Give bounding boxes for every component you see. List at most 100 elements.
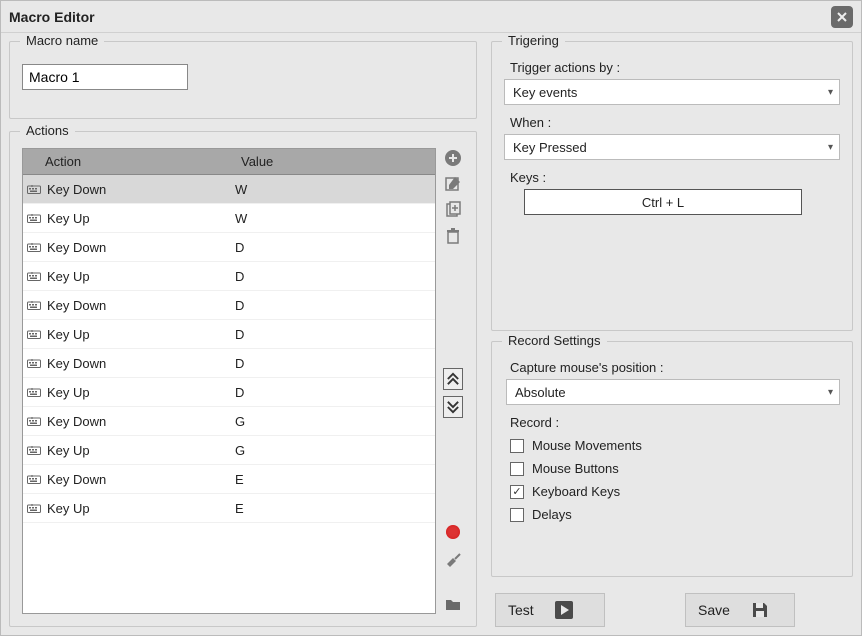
cell-value: D: [235, 356, 435, 371]
record-option[interactable]: Mouse Movements: [510, 438, 840, 453]
table-row[interactable]: Key UpD: [23, 378, 435, 407]
keyboard-icon: [27, 358, 41, 368]
cell-value: D: [235, 327, 435, 342]
keyboard-icon: [27, 416, 41, 426]
table-row[interactable]: Key DownD: [23, 291, 435, 320]
cell-action: Key Down: [45, 472, 235, 487]
cell-value: D: [235, 240, 435, 255]
table-row[interactable]: Key UpD: [23, 320, 435, 349]
play-icon: [554, 600, 574, 620]
table-row[interactable]: Key DownD: [23, 233, 435, 262]
cell-value: D: [235, 385, 435, 400]
keyboard-icon: [27, 387, 41, 397]
cell-value: D: [235, 269, 435, 284]
triggering-group: Trigering Trigger actions by : Key event…: [491, 41, 853, 331]
record-option-label: Keyboard Keys: [532, 484, 620, 499]
record-settings-group: Record Settings Capture mouse's position…: [491, 341, 853, 577]
when-select[interactable]: Key Pressed ▾: [504, 134, 840, 160]
footer-buttons: Test Save: [491, 593, 853, 627]
chevron-down-icon: ▾: [828, 87, 833, 98]
keys-button[interactable]: Ctrl + L: [524, 189, 802, 215]
body: Macro name Actions Action Value Key Down…: [1, 33, 861, 635]
checkbox-icon: [510, 462, 524, 476]
record-label: Record :: [506, 415, 840, 430]
table-row[interactable]: Key DownG: [23, 407, 435, 436]
table-row[interactable]: Key UpG: [23, 436, 435, 465]
cell-value: G: [235, 414, 435, 429]
keyboard-icon: [27, 503, 41, 513]
cell-value: D: [235, 298, 435, 313]
right-column: Trigering Trigger actions by : Key event…: [491, 41, 853, 627]
actions-body: Key DownWKey UpWKey DownDKey UpDKey Down…: [23, 175, 435, 613]
triggering-group-title: Trigering: [502, 33, 565, 48]
table-row[interactable]: Key DownW: [23, 175, 435, 204]
cell-action: Key Up: [45, 443, 235, 458]
keyboard-icon: [27, 271, 41, 281]
capture-position-label: Capture mouse's position :: [506, 360, 840, 375]
cell-action: Key Up: [45, 269, 235, 284]
keyboard-icon: [27, 329, 41, 339]
duplicate-action-button[interactable]: [443, 200, 463, 220]
record-option-label: Mouse Movements: [532, 438, 642, 453]
table-row[interactable]: Key DownE: [23, 465, 435, 494]
actions-header: Action Value: [23, 149, 435, 175]
cell-action: Key Down: [45, 240, 235, 255]
record-option[interactable]: Mouse Buttons: [510, 461, 840, 476]
column-header-action: Action: [23, 150, 233, 173]
plus-circle-icon: [444, 149, 462, 167]
macro-name-group: Macro name: [9, 41, 477, 119]
table-row[interactable]: Key UpW: [23, 204, 435, 233]
save-button-label: Save: [698, 602, 730, 618]
add-action-button[interactable]: [443, 148, 463, 168]
when-label: When :: [504, 115, 840, 130]
record-button[interactable]: [443, 522, 463, 542]
capture-position-value: Absolute: [515, 385, 566, 400]
macro-name-input[interactable]: [22, 64, 188, 90]
cell-value: E: [235, 472, 435, 487]
record-icon: [446, 525, 460, 539]
keyboard-icon: [27, 213, 41, 223]
when-value: Key Pressed: [513, 140, 587, 155]
cell-action: Key Down: [45, 356, 235, 371]
move-down-button[interactable]: [443, 396, 463, 418]
save-button[interactable]: Save: [685, 593, 795, 627]
record-option-label: Delays: [532, 507, 572, 522]
macro-name-group-title: Macro name: [20, 33, 104, 48]
keyboard-icon: [27, 184, 41, 194]
trigger-by-select[interactable]: Key events ▾: [504, 79, 840, 105]
cell-action: Key Up: [45, 327, 235, 342]
delete-action-button[interactable]: [443, 226, 463, 246]
move-up-button[interactable]: [443, 368, 463, 390]
table-row[interactable]: Key UpD: [23, 262, 435, 291]
double-chevron-down-icon: [444, 398, 462, 416]
cell-action: Key Down: [45, 182, 235, 197]
clear-button[interactable]: [443, 548, 463, 568]
keyboard-icon: [27, 242, 41, 252]
double-chevron-up-icon: [444, 370, 462, 388]
keyboard-icon: [27, 300, 41, 310]
table-row[interactable]: Key UpE: [23, 494, 435, 523]
table-row[interactable]: Key DownD: [23, 349, 435, 378]
record-option[interactable]: ✓Keyboard Keys: [510, 484, 840, 499]
checkbox-icon: [510, 508, 524, 522]
test-button-label: Test: [508, 602, 534, 618]
cell-action: Key Up: [45, 501, 235, 516]
edit-action-button[interactable]: [443, 174, 463, 194]
cell-value: G: [235, 443, 435, 458]
broom-icon: [444, 549, 462, 567]
close-button[interactable]: [831, 6, 853, 28]
duplicate-icon: [444, 201, 462, 219]
test-button[interactable]: Test: [495, 593, 605, 627]
cell-action: Key Up: [45, 211, 235, 226]
chevron-down-icon: ▾: [828, 142, 833, 153]
actions-table[interactable]: Action Value Key DownWKey UpWKey DownDKe…: [22, 148, 436, 614]
keys-value: Ctrl + L: [642, 195, 684, 210]
open-folder-button[interactable]: [443, 594, 463, 614]
record-option[interactable]: Delays: [510, 507, 840, 522]
cell-value: E: [235, 501, 435, 516]
trigger-by-label: Trigger actions by :: [504, 60, 840, 75]
actions-side-toolbar: [442, 148, 464, 614]
capture-position-select[interactable]: Absolute ▾: [506, 379, 840, 405]
keyboard-icon: [27, 445, 41, 455]
left-column: Macro name Actions Action Value Key Down…: [9, 41, 477, 627]
